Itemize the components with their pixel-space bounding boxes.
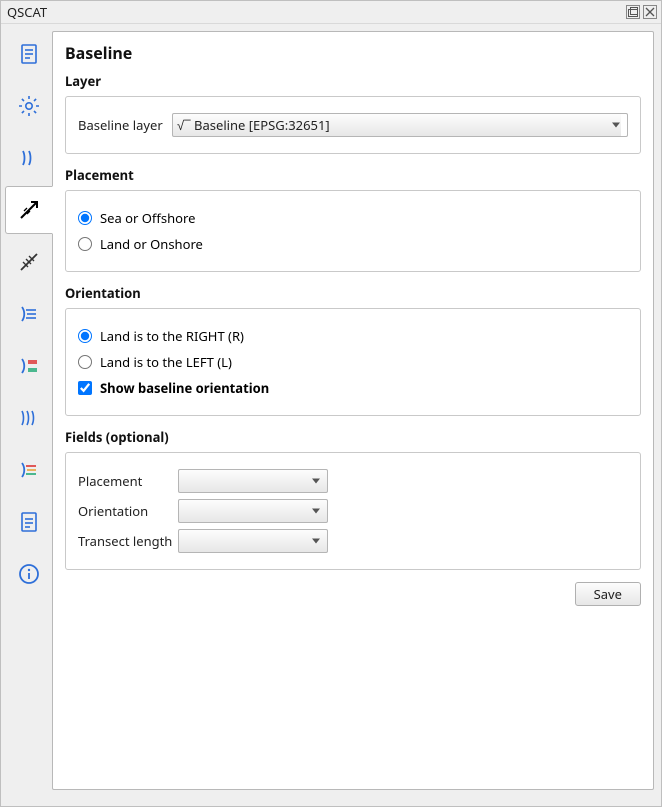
fields-placement-label: Placement: [78, 472, 178, 490]
show-orientation-checkbox[interactable]: [78, 381, 92, 395]
orientation-group: Land is to the RIGHT (R) Land is to the …: [65, 308, 641, 416]
tab-baseline[interactable]: [5, 186, 53, 234]
section-placement-title: Placement: [65, 166, 641, 184]
show-orientation-label: Show baseline orientation: [100, 379, 269, 397]
fields-transect-combo[interactable]: [178, 529, 328, 553]
window-title: QSCAT: [5, 3, 623, 21]
placement-sea-label: Sea or Offshore: [100, 209, 195, 227]
sidebar-tabs: [1, 24, 53, 806]
shoreline-change-icon: [17, 302, 41, 326]
tab-settings[interactable]: [5, 82, 53, 130]
close-icon[interactable]: [643, 5, 657, 19]
page-title: Baseline: [65, 42, 641, 64]
titlebar: QSCAT: [1, 1, 661, 24]
section-orientation-title: Orientation: [65, 284, 641, 302]
placement-land-label: Land or Onshore: [100, 235, 203, 253]
fields-orientation-combo[interactable]: [178, 499, 328, 523]
tab-summary[interactable]: [5, 498, 53, 546]
save-button[interactable]: Save: [575, 582, 641, 606]
fields-placement-combo[interactable]: [178, 469, 328, 493]
arrow-up-right-icon: [17, 198, 41, 222]
baseline-layer-label: Baseline layer: [78, 116, 172, 134]
transects-icon: [17, 250, 41, 274]
section-layer-title: Layer: [65, 72, 641, 90]
tab-about[interactable]: [5, 550, 53, 598]
report-icon: [17, 510, 41, 534]
tab-area-change[interactable]: [5, 342, 53, 390]
fields-orientation-label: Orientation: [78, 502, 178, 520]
section-fields-title: Fields (optional): [65, 428, 641, 446]
tab-shoreline[interactable]: [5, 134, 53, 182]
document-icon: [17, 42, 41, 66]
dock-icon[interactable]: [626, 5, 640, 19]
fields-group: Placement Orientation Transect length: [65, 452, 641, 570]
orientation-left-radio[interactable]: [78, 355, 92, 369]
fields-transect-label: Transect length: [78, 532, 178, 550]
layer-group: Baseline layer √‾ Baseline [EPSG:32651]: [65, 96, 641, 154]
orientation-right-label: Land is to the RIGHT (R): [100, 327, 244, 345]
tab-forecasting[interactable]: [5, 394, 53, 442]
qscat-panel: QSCAT: [0, 0, 662, 807]
gear-icon: [17, 94, 41, 118]
orientation-right-radio[interactable]: [78, 329, 92, 343]
tab-project[interactable]: [5, 30, 53, 78]
tab-shoreline-change[interactable]: [5, 290, 53, 338]
placement-sea-radio[interactable]: [78, 211, 92, 225]
tab-visualization[interactable]: [5, 446, 53, 494]
placement-land-radio[interactable]: [78, 237, 92, 251]
forecasting-icon: [17, 406, 41, 430]
baseline-layer-combo[interactable]: √‾ Baseline [EPSG:32651]: [172, 113, 628, 137]
info-icon: [17, 562, 41, 586]
waves-icon: [17, 146, 41, 170]
content-area: Baseline Layer Baseline layer √‾ Baselin…: [52, 31, 654, 790]
orientation-left-label: Land is to the LEFT (L): [100, 353, 232, 371]
visualization-icon: [17, 458, 41, 482]
placement-group: Sea or Offshore Land or Onshore: [65, 190, 641, 272]
area-change-icon: [17, 354, 41, 378]
tab-transects[interactable]: [5, 238, 53, 286]
